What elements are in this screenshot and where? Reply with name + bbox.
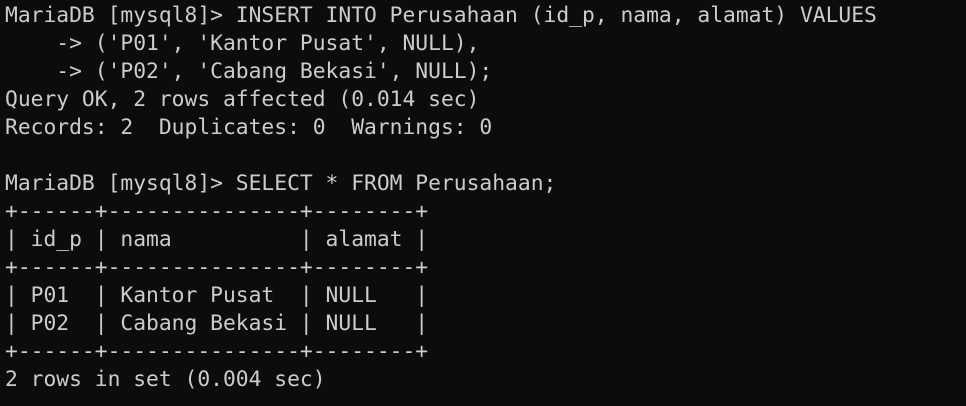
- table-border-top: +------+---------------+--------+: [5, 199, 429, 224]
- table-border-bottom: +------+---------------+--------+: [5, 339, 429, 364]
- records-summary: Records: 2 Duplicates: 0 Warnings: 0: [5, 115, 493, 140]
- insert-command-line: MariaDB [mysql8]> INSERT INTO Perusahaan…: [5, 3, 877, 28]
- query-ok-message: Query OK, 2 rows affected (0.014 sec): [5, 87, 480, 112]
- table-header-row: | id_p | nama | alamat |: [5, 227, 429, 252]
- select-command-line: MariaDB [mysql8]> SELECT * FROM Perusaha…: [5, 171, 557, 196]
- insert-continuation-line-2: -> ('P02', 'Cabang Bekasi', NULL);: [5, 59, 493, 84]
- table-row: | P01 | Kantor Pusat | NULL |: [5, 283, 429, 308]
- rows-in-set-message: 2 rows in set (0.004 sec): [5, 367, 326, 392]
- insert-continuation-line-1: -> ('P01', 'Kantor Pusat', NULL),: [5, 31, 480, 56]
- terminal-window[interactable]: MariaDB [mysql8]> INSERT INTO Perusahaan…: [0, 0, 966, 406]
- table-border-header: +------+---------------+--------+: [5, 255, 429, 280]
- table-row: | P02 | Cabang Bekasi | NULL |: [5, 311, 429, 336]
